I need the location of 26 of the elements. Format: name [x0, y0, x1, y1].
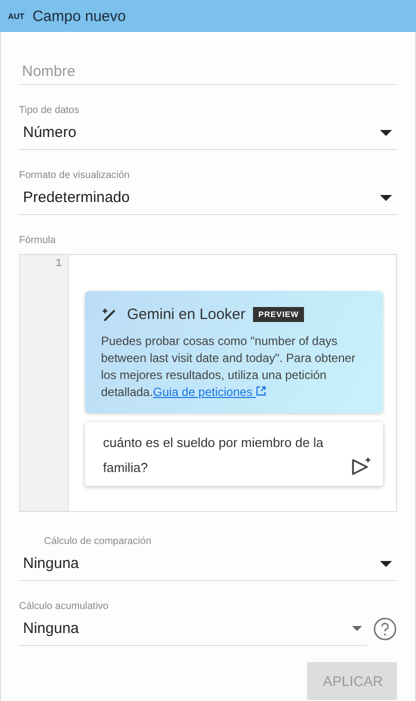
field-label: Tipo de datos [19, 105, 80, 116]
prompt-text: cuánto es el sueldo por miembro de la familia? [103, 434, 324, 477]
prompt-input[interactable]: cuánto es el sueldo por miembro de la familia? [85, 422, 383, 486]
data-type-select[interactable]: Número [19, 116, 397, 150]
caret-icon [352, 626, 362, 631]
gemini-hint-text: Puedes probar cosas como "number of days between last visit date and today". Para obtener los mejores resultados, utiliza una petición detallada.Guia de peticiones [101, 333, 356, 401]
display-format-select[interactable]: Predeterminado [19, 181, 397, 215]
gemini-title: Gemini en Looker [127, 306, 246, 322]
help-icon[interactable] [373, 617, 397, 641]
caret-icon [380, 194, 392, 200]
comparison-select[interactable]: Ninguna [19, 547, 397, 581]
external-link-icon [256, 386, 266, 396]
caret-icon [380, 130, 392, 136]
line-number: 1 [54, 258, 63, 270]
name-field[interactable]: Nombre [19, 59, 397, 85]
field-label: Formato de visualización [19, 170, 131, 181]
dialog-title: Campo nuevo [32, 8, 126, 24]
header-label: AUT [8, 12, 24, 20]
formula-editor[interactable] [19, 254, 397, 512]
cumulative-select[interactable]: Ninguna [19, 612, 367, 646]
field-label: Fórmula [19, 235, 57, 246]
preview-badge: PREVIEW [253, 306, 304, 322]
caret-icon [380, 560, 392, 566]
field-label: Cálculo de comparación [43, 536, 152, 547]
send-icon[interactable] [351, 456, 373, 476]
field-label: Cálculo acumulativo [19, 601, 110, 612]
